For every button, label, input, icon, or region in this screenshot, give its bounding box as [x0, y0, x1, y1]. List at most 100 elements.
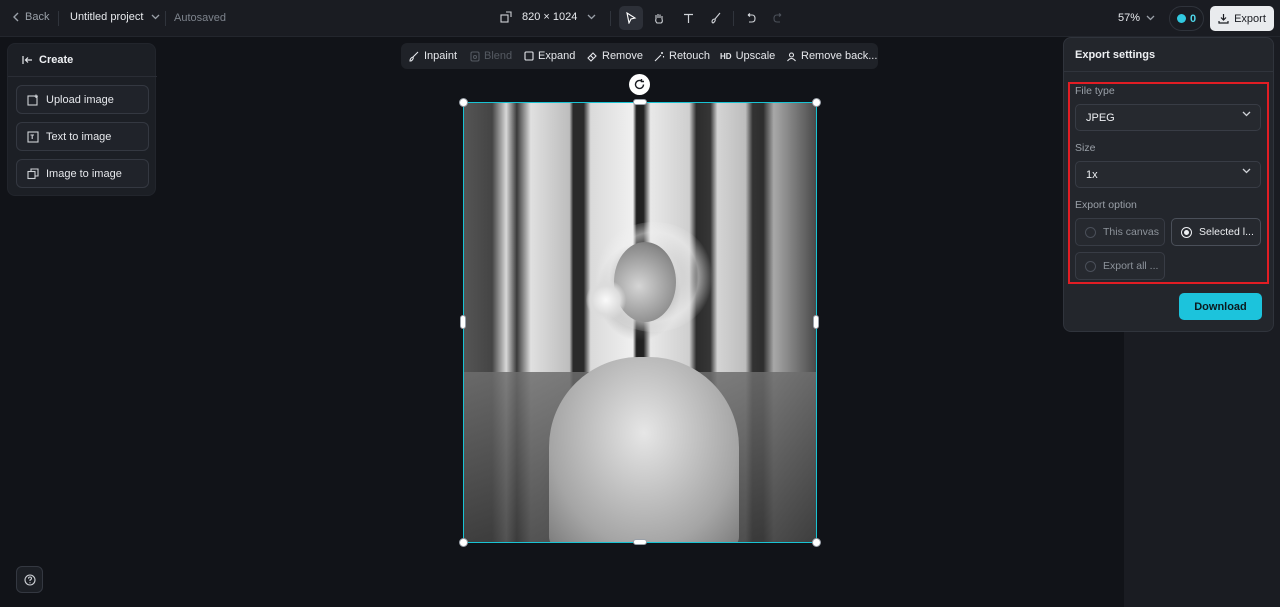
select-tool-button[interactable] — [619, 6, 643, 30]
upscale-label: Upscale — [735, 50, 776, 62]
inpaint-label: Inpaint — [424, 50, 458, 62]
text-tool-button[interactable] — [676, 6, 700, 30]
project-name-dropdown[interactable]: Untitled project — [70, 11, 160, 23]
expand-button[interactable]: Expand — [524, 50, 575, 62]
remove-label: Remove — [602, 50, 643, 62]
photo-dandelions — [586, 280, 626, 320]
brush-icon — [710, 12, 722, 24]
size-label: Size — [1075, 142, 1096, 154]
resize-handle-left[interactable] — [460, 315, 466, 329]
retouch-label: Retouch — [669, 50, 710, 62]
text-to-image-label: Text to image — [46, 130, 112, 143]
canvas-image[interactable] — [464, 102, 816, 542]
text-icon — [683, 13, 694, 24]
credits-count: 0 — [1189, 12, 1197, 25]
download-button[interactable]: Download — [1179, 293, 1262, 320]
size-value: 1x — [1086, 168, 1098, 181]
retouch-button[interactable]: Retouch — [654, 50, 710, 62]
back-button[interactable]: Back — [12, 11, 49, 23]
radio-icon — [1085, 260, 1096, 272]
remove-background-button[interactable]: Remove back... — [786, 50, 877, 62]
credits-badge[interactable]: 0 — [1169, 6, 1204, 31]
export-option-label: Export option — [1075, 199, 1137, 211]
upscale-button[interactable]: HD Upscale — [720, 50, 775, 62]
chevron-down-icon — [151, 14, 160, 20]
upload-image-icon — [27, 94, 39, 106]
blend-icon — [470, 50, 480, 62]
edit-toolbar: Inpaint Blend Expand Remove Retouch HD U… — [401, 43, 878, 69]
blend-label: Blend — [484, 50, 513, 62]
blend-button[interactable]: Blend — [470, 50, 512, 62]
option-this-canvas[interactable]: This canvas — [1075, 218, 1165, 246]
top-bar: Back Untitled project Autosaved 820 × 10… — [0, 0, 1280, 37]
image-to-image-button[interactable]: Image to image — [16, 159, 149, 188]
divider — [58, 11, 59, 26]
download-icon — [1218, 13, 1229, 24]
export-settings-title: Export settings — [1075, 49, 1156, 61]
rotate-handle[interactable] — [629, 74, 650, 95]
person-cutout-icon — [786, 51, 797, 62]
resize-handle-top-right[interactable] — [812, 98, 821, 107]
resize-handle-bottom[interactable] — [633, 539, 647, 545]
project-name: Untitled project — [70, 11, 144, 23]
photo-subject-dress — [549, 357, 739, 542]
option-export-all[interactable]: Export all ... — [1075, 252, 1165, 280]
divider — [733, 11, 734, 26]
file-type-value: JPEG — [1086, 111, 1115, 124]
text-to-image-button[interactable]: Text to image — [16, 122, 149, 151]
chevron-left-icon — [12, 12, 20, 22]
resize-handle-top-left[interactable] — [459, 98, 468, 107]
canvas-size: 820 × 1024 — [522, 11, 578, 23]
radio-selected-icon — [1181, 226, 1192, 238]
create-panel: Create Upload image Text to image Image … — [7, 43, 157, 196]
resize-handle-top[interactable] — [633, 99, 647, 105]
export-button[interactable]: Export — [1210, 6, 1274, 31]
eraser-icon — [587, 51, 598, 62]
image-to-image-icon — [27, 167, 39, 180]
remove-button[interactable]: Remove — [587, 50, 643, 62]
brush-tool-button[interactable] — [704, 6, 728, 30]
hand-icon — [653, 12, 665, 25]
credit-icon — [1176, 14, 1186, 23]
export-settings-panel: Export settings File type JPEG Size 1x E… — [1063, 37, 1274, 332]
hand-tool-button[interactable] — [647, 6, 671, 30]
chevron-down-icon — [587, 14, 596, 20]
redo-button[interactable] — [766, 6, 790, 30]
help-button[interactable] — [16, 566, 43, 593]
resize-handle-bottom-left[interactable] — [459, 538, 468, 547]
zoom-level: 57% — [1118, 12, 1141, 24]
redo-icon — [772, 13, 784, 23]
create-panel-header[interactable]: Create — [22, 54, 73, 66]
divider — [1064, 71, 1273, 72]
upload-image-button[interactable]: Upload image — [16, 85, 149, 114]
option-selected-layers[interactable]: Selected l... — [1171, 218, 1261, 246]
radio-icon — [1085, 226, 1096, 238]
divider — [610, 11, 611, 26]
resize-handle-right[interactable] — [813, 315, 819, 329]
upload-image-label: Upload image — [46, 93, 114, 106]
back-label: Back — [25, 11, 50, 23]
cursor-icon — [625, 12, 637, 24]
divider — [8, 76, 157, 77]
create-title: Create — [39, 54, 74, 66]
autosave-status: Autosaved — [174, 12, 226, 24]
chevron-down-icon — [1242, 111, 1251, 117]
option-label: This canvas — [1103, 226, 1160, 238]
hd-icon: HD — [720, 51, 732, 61]
divider — [165, 11, 166, 26]
collapse-icon — [22, 55, 33, 65]
rotate-icon — [633, 78, 646, 91]
canvas-size-dropdown[interactable]: 820 × 1024 — [500, 11, 596, 23]
expand-label: Expand — [538, 50, 576, 62]
text-to-image-icon — [27, 130, 39, 143]
resize-handle-bottom-right[interactable] — [812, 538, 821, 547]
inpaint-icon — [409, 51, 420, 62]
chevron-down-icon — [1242, 168, 1251, 174]
inpaint-button[interactable]: Inpaint — [409, 50, 457, 62]
option-label: Selected l... — [1199, 226, 1254, 238]
size-select[interactable]: 1x — [1075, 161, 1261, 188]
expand-icon — [524, 51, 534, 61]
undo-button[interactable] — [739, 6, 763, 30]
zoom-dropdown[interactable]: 57% — [1118, 12, 1155, 24]
file-type-select[interactable]: JPEG — [1075, 104, 1261, 131]
